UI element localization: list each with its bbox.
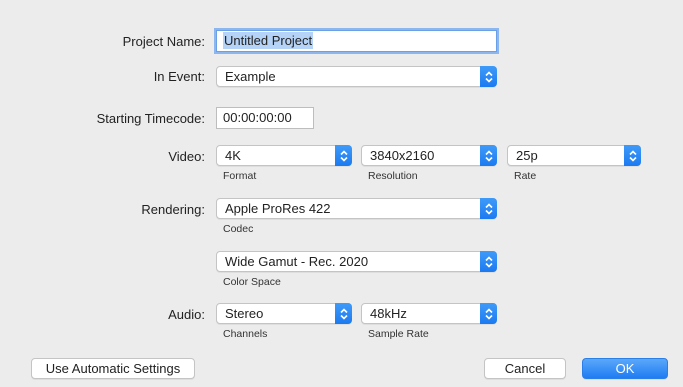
in-event-label: In Event:	[153, 69, 205, 84]
channels-caption: Channels	[223, 328, 268, 340]
up-down-chevron-icon	[480, 251, 497, 272]
up-down-chevron-icon	[335, 145, 352, 166]
timecode-value: 00:00:00:00	[223, 110, 292, 125]
up-down-chevron-icon	[480, 145, 497, 166]
format-caption: Format	[223, 170, 257, 182]
video-rate-popup[interactable]: 25p	[507, 145, 641, 166]
ok-button[interactable]: OK	[582, 358, 668, 379]
color-space-value: Wide Gamut - Rec. 2020	[225, 254, 369, 269]
video-label: Video:	[168, 149, 205, 164]
project-name-field[interactable]: Untitled Project	[216, 30, 497, 52]
rate-caption: Rate	[514, 170, 537, 182]
in-event-popup[interactable]: Example	[216, 66, 497, 87]
video-format-value: 4K	[225, 148, 241, 163]
codec-value: Apple ProRes 422	[225, 201, 331, 216]
audio-sample-rate-popup[interactable]: 48kHz	[361, 303, 497, 324]
codec-caption: Codec	[223, 223, 254, 235]
cancel-button[interactable]: Cancel	[484, 358, 566, 379]
up-down-chevron-icon	[480, 303, 497, 324]
video-rate-value: 25p	[516, 148, 538, 163]
resolution-caption: Resolution	[368, 170, 418, 182]
video-format-popup[interactable]: 4K	[216, 145, 352, 166]
audio-label: Audio:	[168, 307, 205, 322]
up-down-chevron-icon	[480, 66, 497, 87]
sample-rate-caption: Sample Rate	[368, 328, 429, 340]
color-space-caption: Color Space	[223, 276, 281, 288]
starting-timecode-field[interactable]: 00:00:00:00	[216, 107, 314, 129]
up-down-chevron-icon	[624, 145, 641, 166]
project-name-value: Untitled Project	[223, 32, 314, 49]
up-down-chevron-icon	[480, 198, 497, 219]
video-resolution-value: 3840x2160	[370, 148, 435, 163]
project-name-label: Project Name:	[122, 34, 205, 49]
audio-sample-rate-value: 48kHz	[370, 306, 407, 321]
video-resolution-popup[interactable]: 3840x2160	[361, 145, 497, 166]
color-space-popup[interactable]: Wide Gamut - Rec. 2020	[216, 251, 497, 272]
codec-popup[interactable]: Apple ProRes 422	[216, 198, 497, 219]
audio-channels-value: Stereo	[225, 306, 264, 321]
rendering-label: Rendering:	[141, 202, 205, 217]
in-event-value: Example	[225, 69, 276, 84]
use-automatic-settings-button[interactable]: Use Automatic Settings	[31, 358, 195, 379]
audio-channels-popup[interactable]: Stereo	[216, 303, 352, 324]
up-down-chevron-icon	[335, 303, 352, 324]
starting-timecode-label: Starting Timecode:	[96, 111, 205, 126]
